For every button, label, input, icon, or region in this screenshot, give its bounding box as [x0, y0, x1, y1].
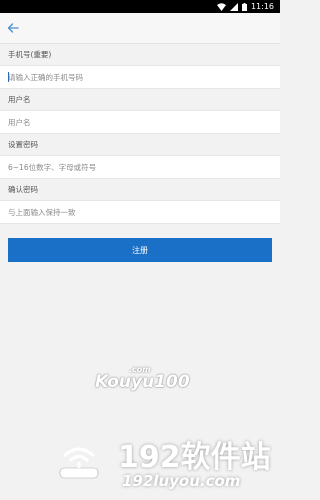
status-time: 11:16 — [250, 2, 274, 11]
back-arrow-icon[interactable] — [6, 21, 20, 35]
phone-label: 手机号(重要) — [8, 50, 52, 59]
cellular-signal-icon — [229, 2, 238, 11]
password-input[interactable] — [0, 162, 280, 172]
confirm-password-input[interactable] — [0, 207, 280, 217]
site-url: 192luyou.com — [122, 472, 241, 490]
app-bar — [0, 13, 280, 44]
kouyu100-watermark: .com Kouyu100 — [95, 365, 195, 392]
username-field-row — [0, 110, 280, 134]
phone-input[interactable] — [0, 72, 280, 82]
register-form: 手机号(重要) 用户名 设置密码 确认密码 — [0, 44, 280, 224]
username-label: 用户名 — [8, 95, 31, 104]
register-button[interactable]: 注册 — [8, 238, 272, 262]
username-input[interactable] — [0, 117, 280, 127]
router-logo-icon — [59, 447, 99, 479]
phone-field-row — [0, 65, 280, 89]
site-watermark: 192软件站 192luyou.com — [56, 430, 280, 500]
confirm-password-label: 确认密码 — [8, 185, 38, 194]
watermark-kouyu100: Kouyu100 — [95, 372, 190, 392]
password-field-row — [0, 155, 280, 179]
password-label: 设置密码 — [8, 140, 38, 149]
status-bar: 11:16 — [0, 0, 280, 13]
wifi-icon — [216, 2, 226, 11]
battery-icon — [241, 2, 247, 11]
site-name: 192软件站 — [118, 440, 271, 475]
text-caret — [8, 72, 9, 82]
confirm-password-field-row — [0, 200, 280, 224]
